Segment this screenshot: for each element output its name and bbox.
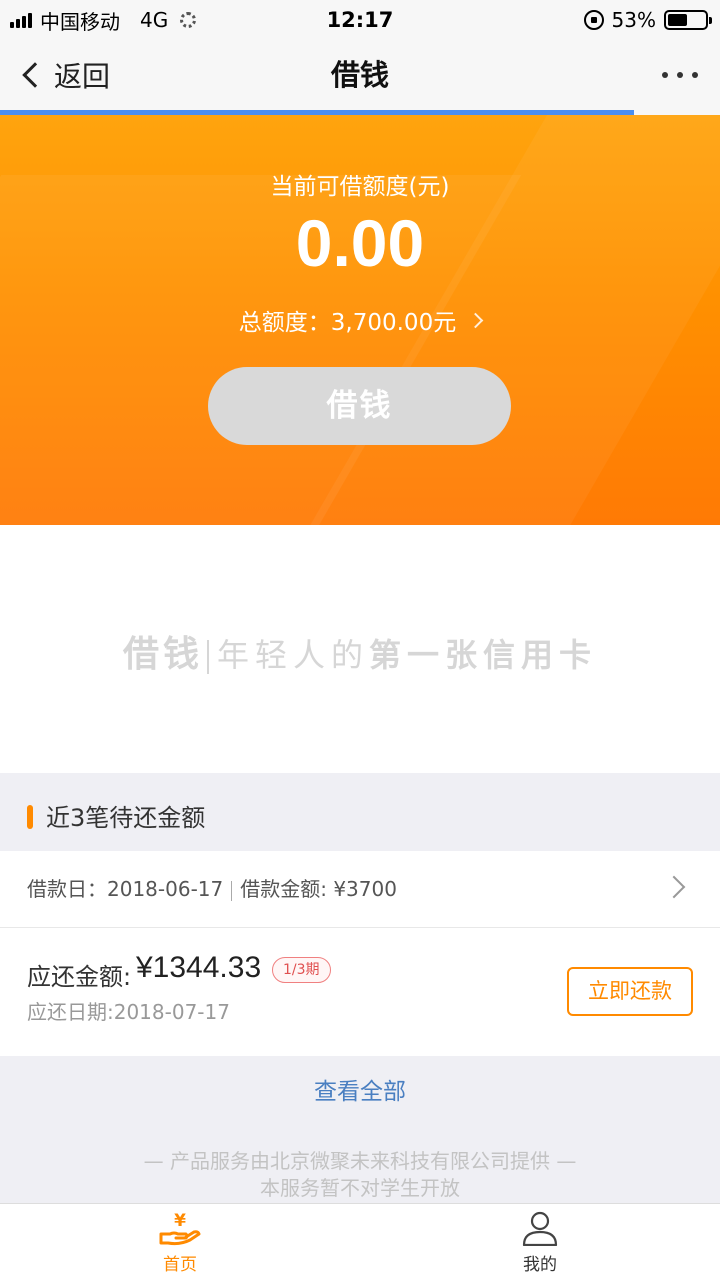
pending-section-header: 近3笔待还金额 — [0, 773, 720, 851]
status-bar: 中国移动 4G 12:17 53% — [0, 0, 720, 40]
borrow-button[interactable]: 借钱 — [208, 367, 511, 445]
section-marker — [27, 805, 33, 829]
loan-amount: 借款金额: ¥3700 — [240, 877, 397, 901]
back-label: 返回 — [54, 60, 111, 93]
loan-card: 借款日：2018-06-17 借款金额: ¥3700 应还金额: ¥1344.33… — [0, 851, 720, 1056]
view-all-link[interactable]: 查看全部 — [0, 1056, 720, 1126]
disclaimer-line2: 本服务暂不对学生开放 — [260, 1176, 460, 1200]
total-limit-link[interactable]: 总额度：3,700.00元 — [0, 303, 720, 337]
battery-percent: 53% — [611, 8, 656, 32]
back-button[interactable]: 返回 — [18, 40, 110, 110]
loan-info: 借款日：2018-06-17 借款金额: ¥3700 — [27, 851, 397, 928]
chevron-right-icon — [467, 312, 484, 329]
slogan-part2: 第一张信用卡 — [369, 636, 598, 674]
available-limit-value: 0.00 — [295, 206, 425, 280]
rotation-lock-icon — [583, 10, 604, 30]
slogan-part1: 年轻人的 — [216, 636, 369, 674]
more-button[interactable] — [662, 40, 698, 110]
more-dot — [677, 72, 683, 78]
loan-date: 借款日：2018-06-17 — [27, 877, 224, 901]
more-dots-icon — [662, 72, 668, 78]
tab-home-label: 首页 — [163, 1255, 197, 1275]
home-yen-icon: ¥ — [159, 1211, 201, 1246]
disclaimer-line1: — 产品服务由北京微聚未来科技有限公司提供 — — [143, 1149, 577, 1173]
available-limit-label: 当前可借额度(元) — [270, 174, 450, 200]
due-amount-label: 应还金额: — [27, 963, 132, 991]
info-divider — [231, 880, 233, 901]
tab-home[interactable]: ¥ 首页 — [120, 1204, 240, 1280]
period-badge: 1/3期 — [272, 957, 331, 983]
loan-detail-row[interactable]: 借款日：2018-06-17 借款金额: ¥3700 — [0, 851, 720, 928]
nav-bar: 返回 借钱 — [0, 40, 720, 110]
svg-text:¥: ¥ — [174, 1211, 186, 1231]
slogan: 借钱 年轻人的第一张信用卡 — [0, 625, 720, 677]
slogan-divider — [206, 640, 209, 674]
slogan-brand: 借钱 — [122, 634, 203, 675]
provider-disclaimer: — 产品服务由北京微聚未来科技有限公司提供 — 本服务暂不对学生开放 — [0, 1148, 720, 1202]
slogan-banner: 借钱 年轻人的第一张信用卡 — [0, 525, 720, 773]
tab-bar: ¥ 首页 我的 — [0, 1203, 720, 1280]
tab-mine[interactable]: 我的 — [480, 1204, 600, 1280]
total-limit-text: 总额度：3,700.00元 — [238, 310, 457, 336]
chevron-right-icon — [662, 875, 686, 899]
repay-now-button[interactable]: 立即还款 — [567, 967, 693, 1016]
status-right: 53% — [583, 0, 712, 40]
due-amount-value: ¥1344.33 — [136, 951, 262, 984]
tab-mine-label: 我的 — [523, 1255, 557, 1275]
due-date: 应还日期:2018-07-17 — [27, 1000, 230, 1024]
credit-hero: 当前可借额度(元) 0.00 总额度：3,700.00元 借钱 — [0, 115, 720, 525]
battery-icon — [664, 10, 712, 30]
chevron-left-icon — [22, 62, 48, 88]
section-title: 近3笔待还金额 — [46, 804, 206, 832]
person-icon — [522, 1211, 558, 1246]
more-dot — [692, 72, 698, 78]
